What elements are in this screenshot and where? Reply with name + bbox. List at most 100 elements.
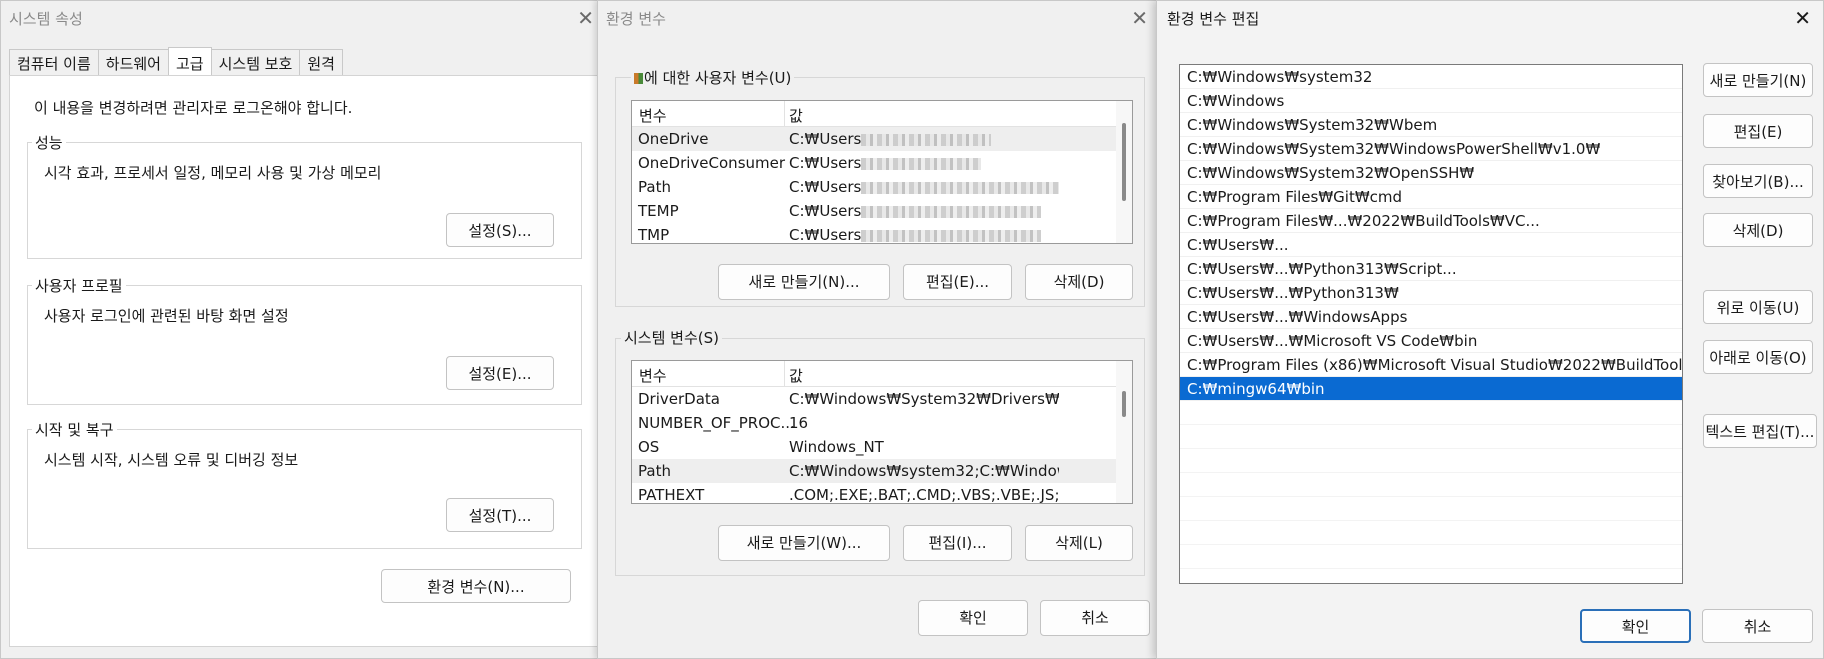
empty-row[interactable]	[1180, 401, 1682, 425]
performance-label: 성능	[32, 132, 66, 153]
system-variables-label: 시스템 변수(S)	[621, 327, 722, 348]
system-variables-list[interactable]: 변수 값 DriverData C:₩Windows₩System32₩Drive…	[631, 360, 1133, 504]
empty-row[interactable]	[1180, 521, 1682, 545]
table-row[interactable]: TEMP C:₩Users	[632, 199, 1116, 223]
tab-hardware[interactable]: 하드웨어	[97, 49, 169, 75]
user-icon	[634, 73, 643, 84]
startup-settings-button[interactable]: 설정(T)...	[446, 498, 554, 532]
scrollbar-thumb[interactable]	[1122, 123, 1126, 201]
table-row[interactable]: OneDriveConsumer C:₩Users	[632, 151, 1116, 175]
window-title: 환경 변수	[606, 10, 666, 28]
user-variables-rows: OneDrive C:₩Users OneDriveConsumer C:₩User…	[632, 127, 1116, 243]
profile-desc: 사용자 로그인에 관련된 바탕 화면 설정	[44, 307, 289, 325]
redacted-value	[861, 229, 1042, 242]
list-item[interactable]: C:₩Users₩...₩Python313₩Script...	[1180, 257, 1682, 281]
performance-settings-button[interactable]: 설정(S)...	[446, 213, 554, 247]
profile-label: 사용자 프로필	[32, 275, 126, 296]
cancel-button[interactable]: 취소	[1702, 609, 1813, 643]
browse-button[interactable]: 찾아보기(B)...	[1703, 164, 1813, 198]
list-item[interactable]: C:₩Users₩...₩Python313₩	[1180, 281, 1682, 305]
user-edit-button[interactable]: 편집(E)...	[903, 264, 1012, 300]
list-item[interactable]: C:₩Users₩...₩WindowsApps	[1180, 305, 1682, 329]
environment-variables-button[interactable]: 환경 변수(N)...	[381, 569, 571, 603]
list-header: 변수 값	[632, 101, 1116, 127]
user-variables-label: 에 대한 사용자 변수(U)	[631, 67, 795, 88]
tab-remote[interactable]: 원격	[299, 49, 343, 75]
close-icon[interactable]: ✕	[1794, 6, 1811, 30]
system-variables-rows: DriverDataC:₩Windows₩System32₩Drivers₩Dr…	[632, 387, 1116, 503]
redacted-value	[861, 205, 1042, 218]
column-header-value[interactable]: 값	[789, 365, 803, 386]
redacted-value	[861, 157, 982, 170]
path-entries-list[interactable]: C:₩Windows₩system32 C:₩Windows C:₩Window…	[1179, 64, 1683, 584]
window-title: 시스템 속성	[9, 10, 83, 28]
admin-notice: 이 내용을 변경하려면 관리자로 로그온해야 합니다.	[34, 99, 353, 117]
user-new-button[interactable]: 새로 만들기(N)...	[718, 264, 890, 300]
empty-row[interactable]	[1180, 473, 1682, 497]
list-item[interactable]: C:₩Program Files₩Git₩cmd	[1180, 185, 1682, 209]
vertical-scrollbar[interactable]	[1116, 101, 1132, 243]
table-row[interactable]: OS Windows_NT	[632, 435, 1116, 459]
system-new-button[interactable]: 새로 만들기(W)...	[718, 525, 890, 561]
empty-row[interactable]	[1180, 545, 1682, 569]
table-row[interactable]: Path C:₩Users	[632, 175, 1116, 199]
move-up-button[interactable]: 위로 이동(U)	[1703, 290, 1813, 324]
profile-settings-button[interactable]: 설정(E)...	[446, 356, 554, 390]
table-row[interactable]: OneDrive C:₩Users	[632, 127, 1116, 151]
list-item[interactable]: C:₩Windows₩system32	[1180, 65, 1682, 89]
ok-button[interactable]: 확인	[918, 600, 1028, 636]
list-header: 변수 값	[632, 361, 1116, 387]
move-down-button[interactable]: 아래로 이동(O)	[1703, 340, 1813, 374]
startup-label: 시작 및 복구	[32, 419, 117, 440]
user-variables-list[interactable]: 변수 값 OneDrive C:₩Users OneDriveConsumer C:…	[631, 100, 1133, 244]
ok-button[interactable]: 확인	[1580, 609, 1691, 643]
edit-button[interactable]: 편집(E)	[1703, 114, 1813, 148]
list-item[interactable]: C:₩Program Files (x86)₩Microsoft Visual …	[1180, 353, 1682, 377]
list-item[interactable]: C:₩Users₩...	[1180, 233, 1682, 257]
close-icon[interactable]: ✕	[577, 6, 594, 30]
tab-computer-name[interactable]: 컴퓨터 이름	[9, 49, 99, 75]
list-item-selected[interactable]: C:₩mingw64₩bin	[1180, 377, 1682, 401]
table-row[interactable]: PathC:₩Windows₩system32;C:₩Windows;C:₩Wi…	[632, 459, 1116, 483]
column-header-variable[interactable]: 변수	[639, 105, 667, 126]
list-item[interactable]: C:₩Users₩...₩Microsoft VS Code₩bin	[1180, 329, 1682, 353]
new-button[interactable]: 새로 만들기(N)	[1703, 63, 1813, 97]
startup-desc: 시스템 시작, 시스템 오류 및 디버깅 정보	[44, 451, 299, 469]
title-bar: 환경 변수 ✕	[598, 1, 1158, 37]
close-icon[interactable]: ✕	[1131, 6, 1148, 30]
list-item[interactable]: C:₩Windows₩System32₩WindowsPowerShell₩v1…	[1180, 137, 1682, 161]
title-bar: 환경 변수 편집 ✕	[1157, 1, 1823, 37]
performance-desc: 시각 효과, 프로세서 일정, 메모리 사용 및 가상 메모리	[44, 164, 382, 182]
user-delete-button[interactable]: 삭제(D)	[1025, 264, 1133, 300]
empty-row[interactable]	[1180, 497, 1682, 521]
list-item[interactable]: C:₩Windows₩System32₩Wbem	[1180, 113, 1682, 137]
empty-row[interactable]	[1180, 449, 1682, 473]
tab-strip: 컴퓨터 이름 하드웨어 고급 시스템 보호 원격	[9, 47, 343, 76]
redacted-value	[861, 181, 1059, 194]
tab-system-protection[interactable]: 시스템 보호	[210, 49, 301, 75]
system-properties-window: 시스템 속성 ✕ 컴퓨터 이름 하드웨어 고급 시스템 보호 원격 이 내용을 …	[0, 0, 605, 659]
table-row[interactable]: NUMBER_OF_PROC... 16	[632, 411, 1116, 435]
table-row[interactable]: DriverDataC:₩Windows₩System32₩Drivers₩Dr…	[632, 387, 1116, 411]
column-header-value[interactable]: 값	[789, 105, 803, 126]
cancel-button[interactable]: 취소	[1040, 600, 1150, 636]
window-title: 환경 변수 편집	[1167, 10, 1260, 28]
empty-row[interactable]	[1180, 425, 1682, 449]
table-row[interactable]: TMP C:₩Users	[632, 223, 1116, 243]
tab-advanced[interactable]: 고급	[167, 47, 212, 75]
system-delete-button[interactable]: 삭제(L)	[1025, 525, 1133, 561]
redacted-value	[861, 133, 992, 146]
column-header-variable[interactable]: 변수	[639, 365, 667, 386]
advanced-tab-panel: 이 내용을 변경하려면 관리자로 로그온해야 합니다. 성능 시각 효과, 프로…	[9, 75, 599, 647]
vertical-scrollbar[interactable]	[1116, 361, 1132, 503]
system-edit-button[interactable]: 편집(I)...	[903, 525, 1012, 561]
list-item[interactable]: C:₩Program Files₩...₩2022₩BuildTools₩VC.…	[1180, 209, 1682, 233]
title-bar: 시스템 속성 ✕	[1, 1, 604, 37]
scrollbar-thumb[interactable]	[1122, 391, 1126, 417]
edit-text-button[interactable]: 텍스트 편집(T)...	[1703, 414, 1817, 448]
edit-environment-variable-window: 환경 변수 편집 ✕ C:₩Windows₩system32 C:₩Window…	[1156, 0, 1824, 659]
table-row[interactable]: PATHEXT .COM;.EXE;.BAT;.CMD;.VBS;.VBE;.JS…	[632, 483, 1116, 503]
delete-button[interactable]: 삭제(D)	[1703, 213, 1813, 247]
list-item[interactable]: C:₩Windows₩System32₩OpenSSH₩	[1180, 161, 1682, 185]
list-item[interactable]: C:₩Windows	[1180, 89, 1682, 113]
